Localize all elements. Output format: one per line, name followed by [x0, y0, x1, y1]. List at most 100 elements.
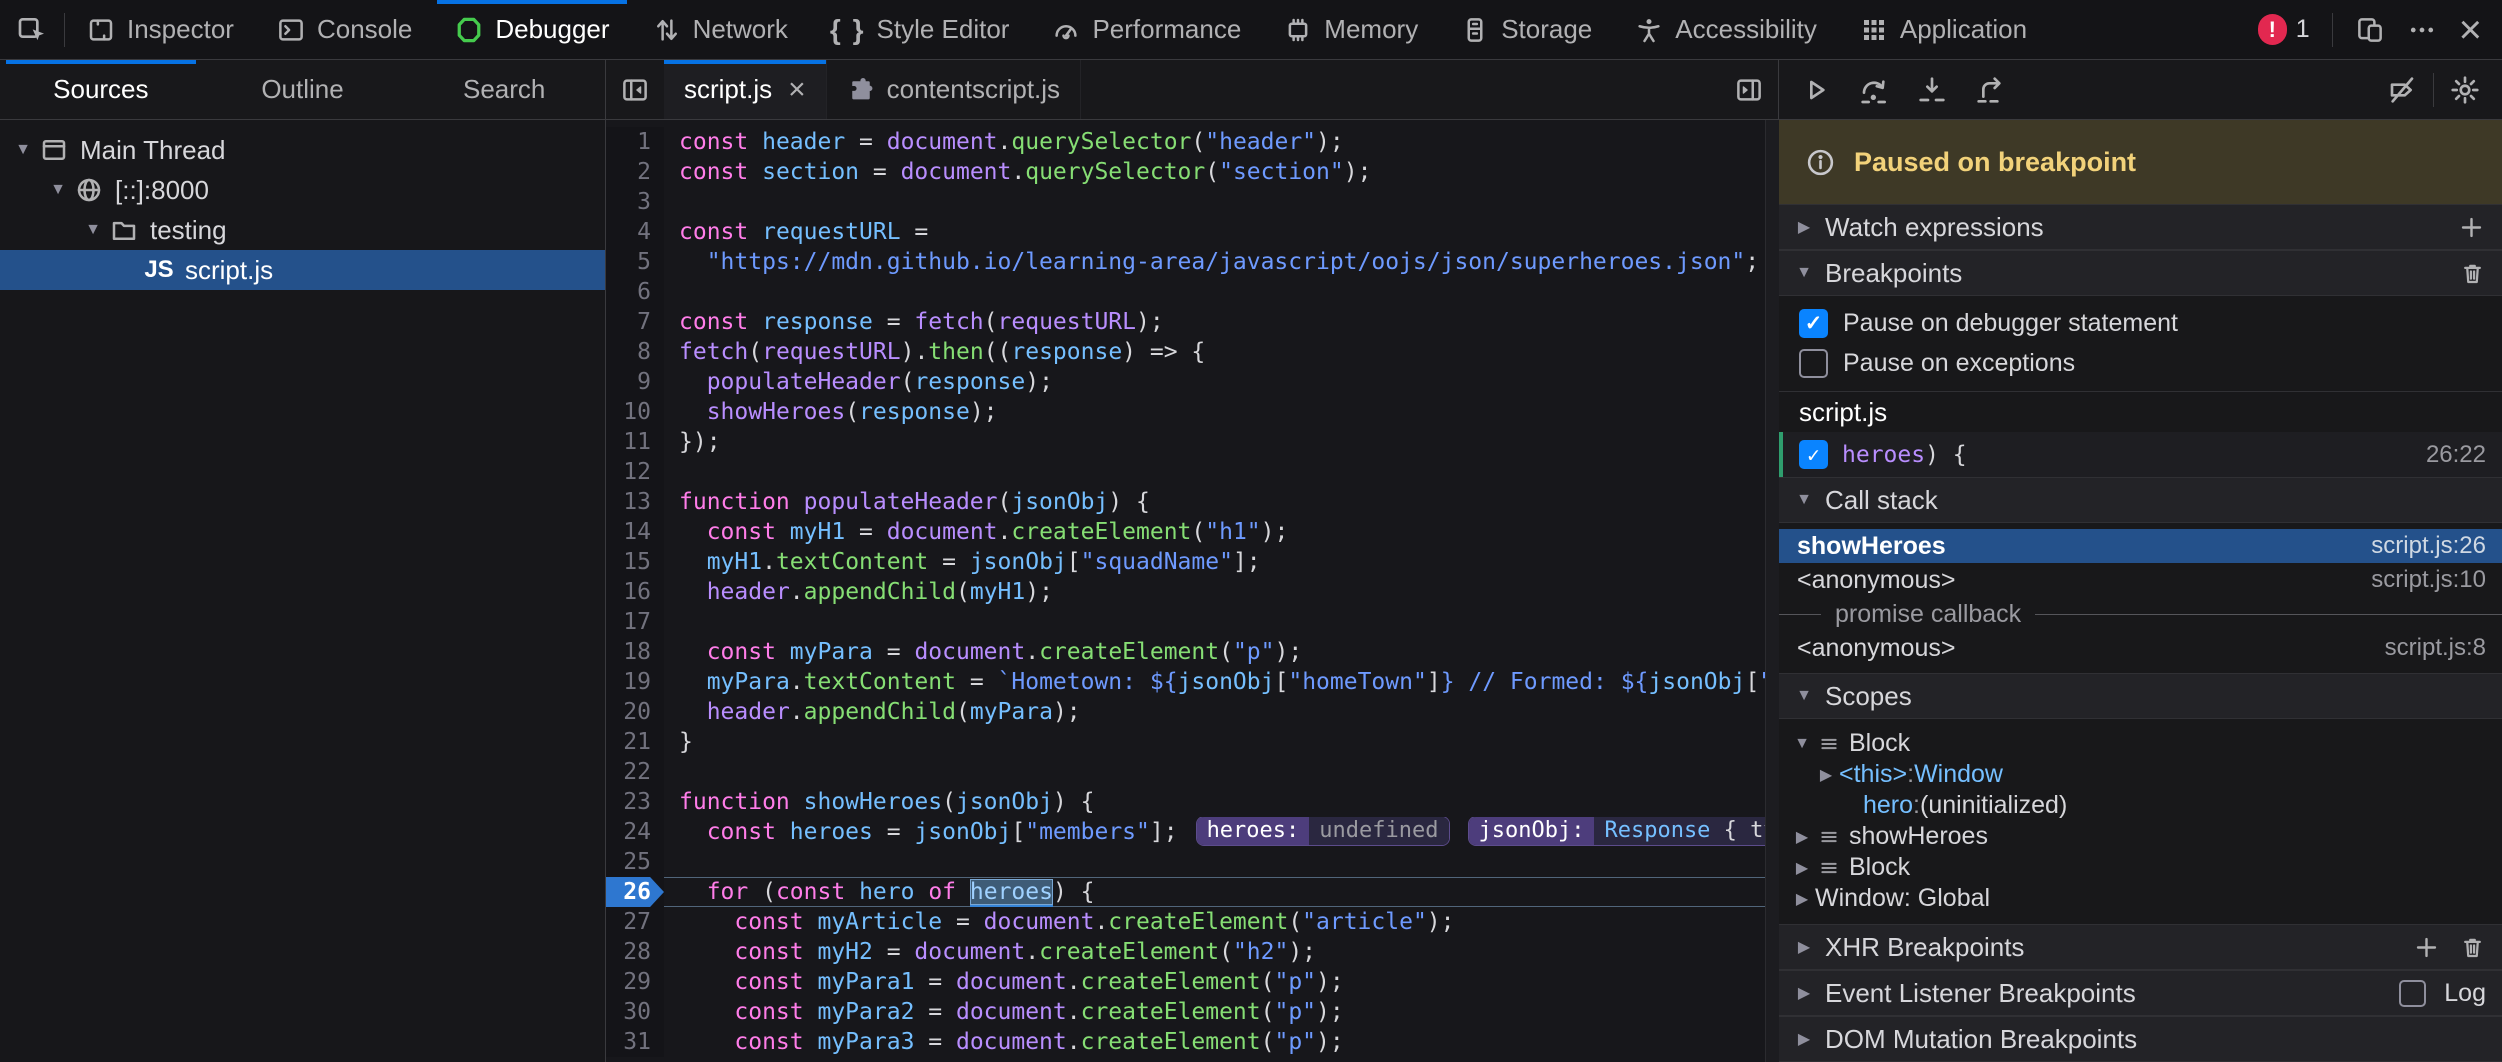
line-number[interactable]: 1	[606, 127, 664, 157]
code-line-10[interactable]: 10 showHeroes(response);	[606, 397, 1765, 427]
line-number[interactable]: 26	[606, 877, 664, 907]
xhr-breakpoints-header[interactable]: ▶ XHR Breakpoints	[1779, 924, 2502, 970]
line-number[interactable]: 13	[606, 487, 664, 517]
code-line-29[interactable]: 29 const myPara1 = document.createElemen…	[606, 967, 1765, 997]
scope-node[interactable]: ▶Window: Global	[1779, 883, 2502, 914]
line-number[interactable]: 24	[606, 817, 664, 847]
source-tab-script-js[interactable]: script.js×	[664, 60, 827, 119]
line-number[interactable]: 23	[606, 787, 664, 817]
option-pause-on-debugger-statement[interactable]: ✓Pause on debugger statement	[1779, 303, 2502, 343]
deactivate-breakpoints-button[interactable]	[2377, 66, 2427, 114]
code-line-11[interactable]: 11});	[606, 427, 1765, 457]
chevron-down-icon[interactable]: ▼	[10, 141, 36, 159]
step-out-button[interactable]	[1965, 66, 2015, 114]
remove-breakpoints-button[interactable]	[2459, 260, 2486, 287]
add-xhr-breakpoint-button[interactable]	[2412, 933, 2441, 962]
watch-expressions-header[interactable]: ▶ Watch expressions	[1779, 204, 2502, 250]
line-number[interactable]: 6	[606, 277, 664, 307]
tab-style-editor[interactable]: { }Style Editor	[809, 0, 1031, 59]
code-line-3[interactable]: 3	[606, 187, 1765, 217]
resume-button[interactable]	[1791, 66, 1841, 114]
line-number[interactable]: 4	[606, 217, 664, 247]
code-line-12[interactable]: 12	[606, 457, 1765, 487]
line-number[interactable]: 12	[606, 457, 664, 487]
code-line-25[interactable]: 25	[606, 847, 1765, 877]
tab-outline[interactable]: Outline	[202, 60, 404, 119]
close-tab-icon[interactable]: ×	[788, 75, 806, 105]
line-number[interactable]: 28	[606, 937, 664, 967]
line-number[interactable]: 5	[606, 247, 664, 277]
code-line-30[interactable]: 30 const myPara2 = document.createElemen…	[606, 997, 1765, 1027]
code-line-8[interactable]: 8fetch(requestURL).then((response) => {	[606, 337, 1765, 367]
code-line-20[interactable]: 20 header.appendChild(myPara);	[606, 697, 1765, 727]
code-line-4[interactable]: 4const requestURL =	[606, 217, 1765, 247]
code-line-19[interactable]: 19 myPara.textContent = `Hometown: ${jso…	[606, 667, 1765, 697]
breakpoint-checkbox[interactable]: ✓	[1799, 440, 1828, 469]
checkbox[interactable]: ✓	[1799, 309, 1828, 338]
code-line-9[interactable]: 9 populateHeader(response);	[606, 367, 1765, 397]
editor-scrollbar[interactable]	[1765, 120, 1779, 1062]
tab-performance[interactable]: Performance	[1030, 0, 1262, 59]
dom-mutation-breakpoints-header[interactable]: ▶ DOM Mutation Breakpoints	[1779, 1016, 2502, 1062]
chevron-right-icon[interactable]: ▶	[1789, 889, 1815, 909]
source-tab-contentscript-js[interactable]: contentscript.js	[827, 60, 1081, 119]
chevron-down-icon[interactable]: ▼	[80, 221, 106, 239]
code-line-24[interactable]: 24 const heroes = jsonObj["members"];her…	[606, 817, 1765, 847]
line-number[interactable]: 30	[606, 997, 664, 1027]
code-line-16[interactable]: 16 header.appendChild(myH1);	[606, 577, 1765, 607]
scope-node[interactable]: ▼Block	[1779, 728, 2502, 759]
line-number[interactable]: 19	[606, 667, 664, 697]
code-line-21[interactable]: 21}	[606, 727, 1765, 757]
code-line-2[interactable]: 2const section = document.querySelector(…	[606, 157, 1765, 187]
line-number[interactable]: 31	[606, 1027, 664, 1057]
code-line-14[interactable]: 14 const myH1 = document.createElement("…	[606, 517, 1765, 547]
tab-inspector[interactable]: Inspector	[65, 0, 255, 59]
code-line-22[interactable]: 22	[606, 757, 1765, 787]
close-devtools-button[interactable]: ×	[2459, 10, 2482, 50]
tree-item-main-thread[interactable]: ▼Main Thread	[0, 130, 605, 170]
tab-accessibility[interactable]: Accessibility	[1613, 0, 1838, 59]
option-pause-on-exceptions[interactable]: Pause on exceptions	[1779, 343, 2502, 383]
code-line-28[interactable]: 28 const myH2 = document.createElement("…	[606, 937, 1765, 967]
code-line-7[interactable]: 7const response = fetch(requestURL);	[606, 307, 1765, 337]
tab-network[interactable]: Network	[631, 0, 809, 59]
step-over-button[interactable]	[1849, 66, 1899, 114]
code-line-17[interactable]: 17	[606, 607, 1765, 637]
tree-item-script-js[interactable]: JSscript.js	[0, 250, 605, 290]
tab-console[interactable]: Console	[255, 0, 433, 59]
log-event-listeners-checkbox[interactable]	[2399, 980, 2426, 1007]
scope-node[interactable]: ▶<this>: Window	[1779, 759, 2502, 790]
line-number[interactable]: 14	[606, 517, 664, 547]
responsive-design-mode-button[interactable]	[2355, 15, 2385, 45]
call-stack-frame[interactable]: <anonymous>script.js:8	[1779, 631, 2502, 665]
step-in-button[interactable]	[1907, 66, 1957, 114]
line-number[interactable]: 11	[606, 427, 664, 457]
line-number[interactable]: 3	[606, 187, 664, 217]
inline-preview-pill[interactable]: heroes:undefined	[1196, 817, 1450, 846]
tree-item-8000[interactable]: ▼[::]:8000	[0, 170, 605, 210]
line-number[interactable]: 15	[606, 547, 664, 577]
chevron-down-icon[interactable]: ▼	[45, 181, 71, 199]
call-stack-frame[interactable]: <anonymous>script.js:10	[1779, 563, 2502, 597]
code-line-26[interactable]: 26 for (const hero of heroes) {	[606, 877, 1765, 907]
code-line-27[interactable]: 27 const myArticle = document.createElem…	[606, 907, 1765, 937]
code-line-15[interactable]: 15 myH1.textContent = jsonObj["squadName…	[606, 547, 1765, 577]
checkbox[interactable]	[1799, 349, 1828, 378]
line-number[interactable]: 17	[606, 607, 664, 637]
call-stack-header[interactable]: ▼ Call stack	[1779, 477, 2502, 523]
scope-node[interactable]: hero: (uninitialized)	[1779, 790, 2502, 821]
call-stack-frame[interactable]: showHeroesscript.js:26	[1779, 529, 2502, 563]
line-number[interactable]: 27	[606, 907, 664, 937]
tab-debugger[interactable]: Debugger	[433, 0, 630, 59]
code-line-1[interactable]: 1const header = document.querySelector("…	[606, 127, 1765, 157]
code-line-31[interactable]: 31 const myPara3 = document.createElemen…	[606, 1027, 1765, 1057]
line-number[interactable]: 20	[606, 697, 664, 727]
line-number[interactable]: 21	[606, 727, 664, 757]
tab-search[interactable]: Search	[403, 60, 605, 119]
element-picker-button[interactable]	[0, 0, 64, 59]
code-editor[interactable]: 1const header = document.querySelector("…	[606, 120, 1779, 1062]
inline-preview-pill[interactable]: jsonObj:Response { type: "co	[1468, 817, 1766, 846]
error-count-badge[interactable]: ! 1	[2258, 14, 2310, 45]
line-number[interactable]: 18	[606, 637, 664, 667]
code-line-6[interactable]: 6	[606, 277, 1765, 307]
